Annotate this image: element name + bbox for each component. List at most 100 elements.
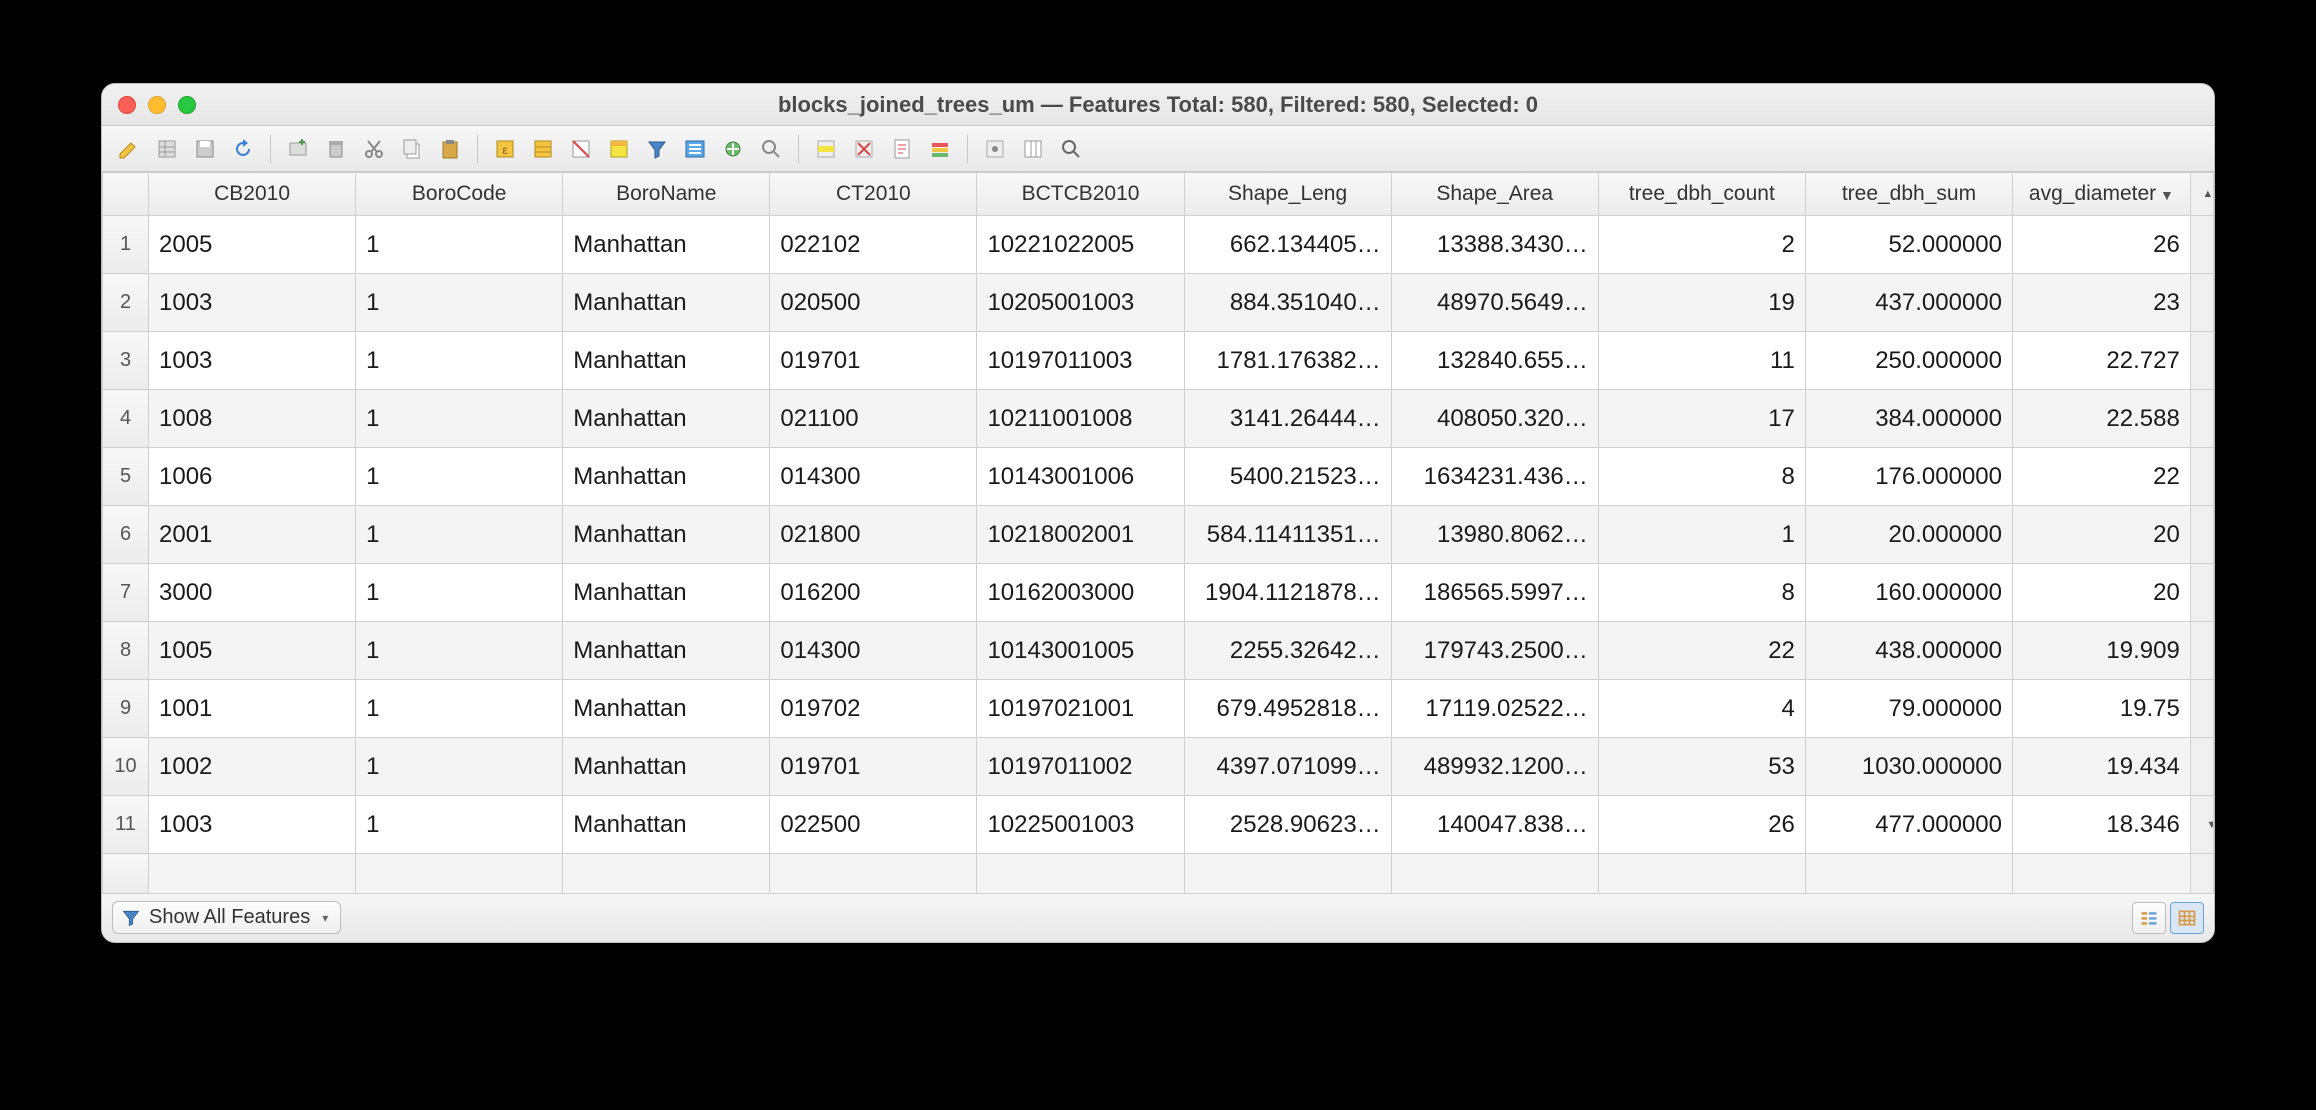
cell[interactable]: Manhattan (563, 680, 770, 738)
table-row[interactable]: 120051Manhattan02210210221022005662.1344… (103, 216, 2214, 274)
cell[interactable]: 186565.5997… (1391, 564, 1598, 622)
cell[interactable]: 20.000000 (1805, 506, 2012, 564)
cell[interactable]: 1 (356, 506, 563, 564)
column-header-avg_diameter[interactable]: avg_diameter (2013, 173, 2191, 216)
cell[interactable]: 22.727 (2013, 332, 2191, 390)
cell[interactable]: 10218002001 (977, 506, 1184, 564)
scrollbar-track[interactable] (2190, 680, 2213, 738)
column-header-CB2010[interactable]: CB2010 (149, 173, 356, 216)
cell[interactable]: Manhattan (563, 390, 770, 448)
cell[interactable]: 438.000000 (1805, 622, 2012, 680)
delete-field-button[interactable] (526, 132, 560, 166)
cell[interactable]: 1003 (149, 796, 356, 854)
cell[interactable]: 17 (1598, 390, 1805, 448)
actions-button[interactable] (978, 132, 1012, 166)
column-header-Shape_Area[interactable]: Shape_Area (1391, 173, 1598, 216)
scrollbar-track[interactable] (2190, 390, 2213, 448)
cell[interactable]: 48970.5649… (1391, 274, 1598, 332)
table-row[interactable]: 1110031Manhattan022500102250010032528.90… (103, 796, 2214, 854)
find-button[interactable] (1054, 132, 1088, 166)
cell[interactable]: 4397.071099… (1184, 738, 1391, 796)
cell[interactable]: 8 (1598, 448, 1805, 506)
deselect-button[interactable] (847, 132, 881, 166)
cell[interactable]: 20 (2013, 506, 2191, 564)
cell[interactable]: 1904.1121878… (1184, 564, 1391, 622)
organize-columns-button[interactable] (1016, 132, 1050, 166)
cell[interactable]: 1003 (149, 332, 356, 390)
cell[interactable]: 22 (1598, 622, 1805, 680)
cell[interactable]: 2 (1598, 216, 1805, 274)
cell[interactable]: 10211001008 (977, 390, 1184, 448)
cell[interactable]: 26 (1598, 796, 1805, 854)
cell[interactable]: 4 (1598, 680, 1805, 738)
cell[interactable]: 3000 (149, 564, 356, 622)
cell[interactable]: 10197011003 (977, 332, 1184, 390)
row-number[interactable]: 9 (103, 680, 149, 738)
cell[interactable]: Manhattan (563, 738, 770, 796)
report-button[interactable] (885, 132, 919, 166)
paste-button[interactable] (433, 132, 467, 166)
table-row[interactable]: 310031Manhattan019701101970110031781.176… (103, 332, 2214, 390)
row-number[interactable]: 5 (103, 448, 149, 506)
cell[interactable]: 1030.000000 (1805, 738, 2012, 796)
cell[interactable]: 1002 (149, 738, 356, 796)
row-number[interactable]: 3 (103, 332, 149, 390)
cell[interactable]: 1 (356, 274, 563, 332)
row-number[interactable]: 8 (103, 622, 149, 680)
cell[interactable]: 437.000000 (1805, 274, 2012, 332)
cell[interactable]: 021100 (770, 390, 977, 448)
select-button[interactable] (602, 132, 636, 166)
titlebar[interactable]: blocks_joined_trees_um — Features Total:… (102, 84, 2214, 126)
table-view-button[interactable] (2170, 902, 2204, 934)
cell[interactable]: 20 (2013, 564, 2191, 622)
cell[interactable]: 11 (1598, 332, 1805, 390)
cell[interactable]: 140047.838… (1391, 796, 1598, 854)
scrollbar-track[interactable] (2190, 448, 2213, 506)
column-header-tree_dbh_count[interactable]: tree_dbh_count (1598, 173, 1805, 216)
cell[interactable]: 1781.176382… (1184, 332, 1391, 390)
cell[interactable]: 19.434 (2013, 738, 2191, 796)
cell[interactable]: Manhattan (563, 506, 770, 564)
table-row[interactable]: 210031Manhattan02050010205001003884.3510… (103, 274, 2214, 332)
scroll-down-icon[interactable]: ▼ (2190, 796, 2213, 854)
cell[interactable]: 1 (356, 390, 563, 448)
cell[interactable]: 26 (2013, 216, 2191, 274)
cell[interactable]: 10221022005 (977, 216, 1184, 274)
cell[interactable]: Manhattan (563, 216, 770, 274)
row-number[interactable]: 11 (103, 796, 149, 854)
scrollbar-track[interactable] (2190, 506, 2213, 564)
cell[interactable]: 10162003000 (977, 564, 1184, 622)
cell[interactable]: 1 (356, 564, 563, 622)
cell[interactable]: 021800 (770, 506, 977, 564)
table-row[interactable]: 510061Manhattan014300101430010065400.215… (103, 448, 2214, 506)
cell[interactable]: 2005 (149, 216, 356, 274)
attribute-table[interactable]: CB2010BoroCodeBoroNameCT2010BCTCB2010Sha… (102, 172, 2214, 894)
row-number[interactable]: 7 (103, 564, 149, 622)
cell[interactable]: 3141.26444… (1184, 390, 1391, 448)
cell[interactable]: 19.909 (2013, 622, 2191, 680)
cell[interactable]: 1005 (149, 622, 356, 680)
edit-pencil-button[interactable] (112, 132, 146, 166)
spreadsheet-button[interactable] (150, 132, 184, 166)
scrollbar-track[interactable] (2190, 332, 2213, 390)
cell[interactable]: Manhattan (563, 564, 770, 622)
cell[interactable]: 1 (356, 796, 563, 854)
cell[interactable]: Manhattan (563, 796, 770, 854)
scrollbar-track[interactable] (2190, 216, 2213, 274)
cell[interactable]: 10143001006 (977, 448, 1184, 506)
cell[interactable]: 1006 (149, 448, 356, 506)
cell[interactable]: 1 (356, 216, 563, 274)
cell[interactable]: 2001 (149, 506, 356, 564)
column-header-BoroName[interactable]: BoroName (563, 173, 770, 216)
close-icon[interactable] (118, 96, 136, 114)
cell[interactable]: 13980.8062… (1391, 506, 1598, 564)
cell[interactable]: 019701 (770, 738, 977, 796)
cell[interactable]: Manhattan (563, 332, 770, 390)
cell[interactable]: 22 (2013, 448, 2191, 506)
cell[interactable]: 884.351040… (1184, 274, 1391, 332)
table-row[interactable]: 1010021Manhattan019701101970110024397.07… (103, 738, 2214, 796)
cell[interactable]: 014300 (770, 448, 977, 506)
cell[interactable]: 679.4952818… (1184, 680, 1391, 738)
delete-button[interactable] (319, 132, 353, 166)
cell[interactable]: 22.588 (2013, 390, 2191, 448)
